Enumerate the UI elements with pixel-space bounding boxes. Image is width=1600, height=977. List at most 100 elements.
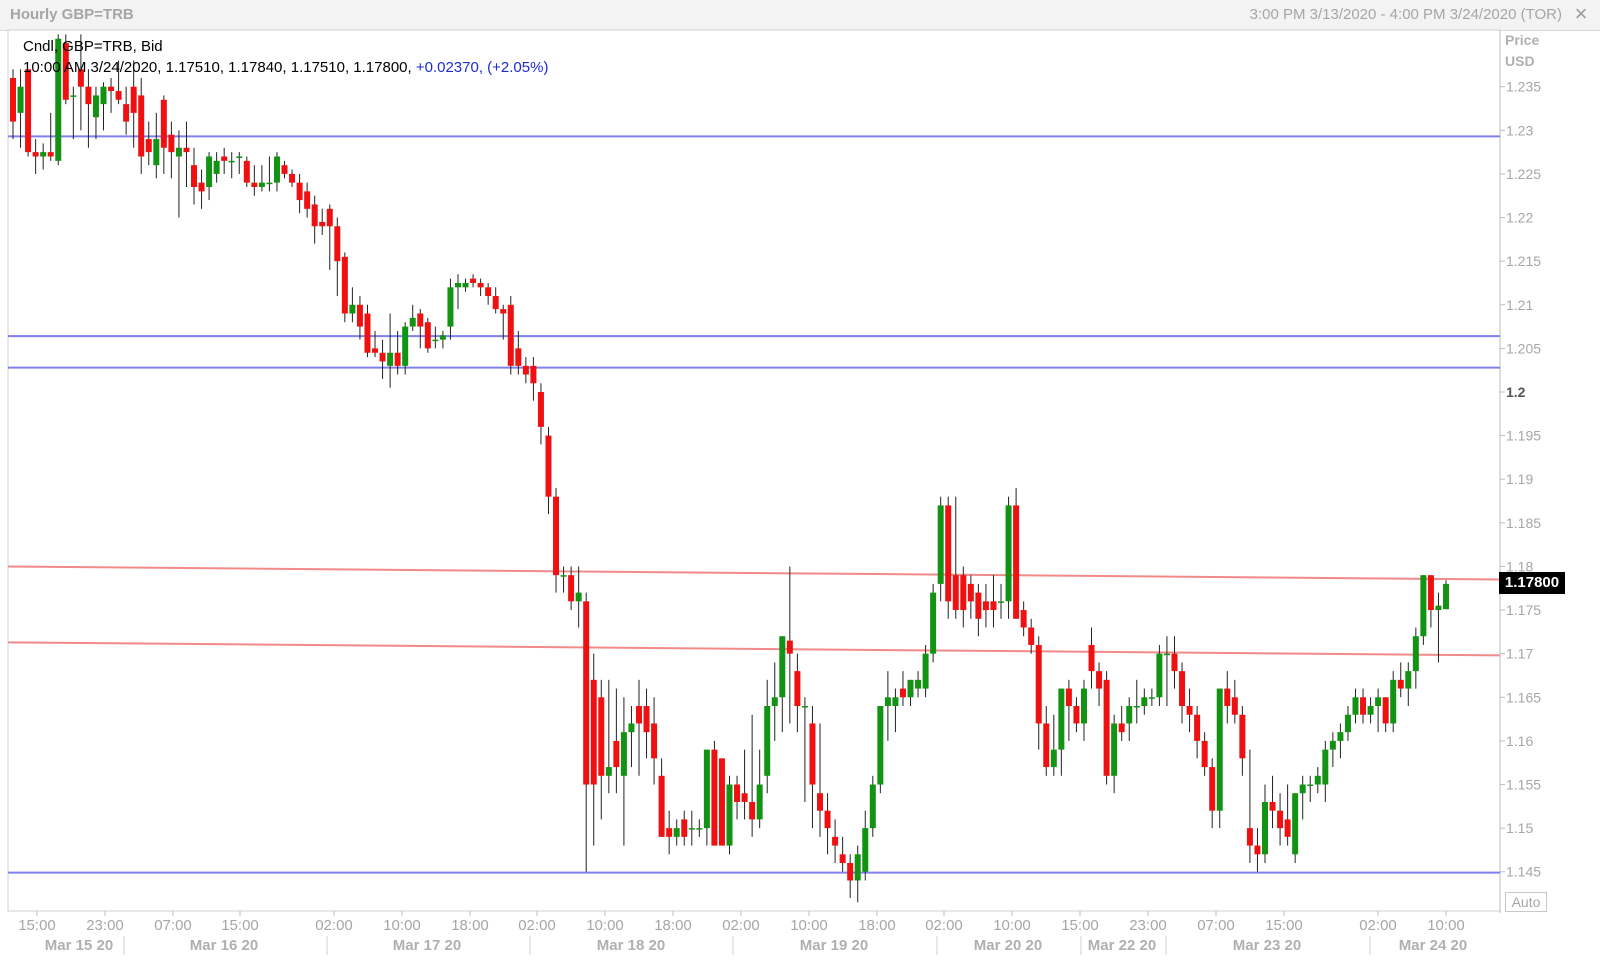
candle-down bbox=[394, 352, 401, 366]
candle-down bbox=[975, 592, 982, 619]
candle-up bbox=[628, 723, 635, 733]
candle-up bbox=[869, 784, 876, 829]
candle-down bbox=[424, 322, 431, 349]
candle-up bbox=[40, 152, 47, 157]
candle-up bbox=[1435, 605, 1442, 611]
candle-up bbox=[387, 352, 394, 366]
candle-up bbox=[877, 706, 884, 785]
candle-down bbox=[1201, 740, 1208, 768]
candle-down bbox=[160, 99, 167, 148]
candle-down bbox=[1103, 679, 1110, 776]
candle-down bbox=[847, 863, 854, 881]
candle-up bbox=[937, 505, 944, 584]
x-date-label: Mar 16 20 bbox=[190, 937, 258, 954]
x-date-label: Mar 19 20 bbox=[800, 937, 868, 954]
candle-down bbox=[613, 740, 620, 768]
candle-up bbox=[153, 139, 160, 166]
candle-up bbox=[1292, 793, 1299, 855]
candle-up bbox=[862, 828, 869, 872]
candle-down bbox=[1073, 706, 1080, 724]
candle-up bbox=[1329, 740, 1336, 750]
x-tick-label: 10:00 bbox=[790, 917, 828, 934]
candle-down bbox=[334, 226, 341, 262]
price-axis-title-line1: Price bbox=[1505, 32, 1540, 48]
candle-up bbox=[1307, 784, 1314, 787]
candle-up bbox=[1050, 749, 1057, 768]
candle-down bbox=[183, 147, 190, 153]
candle-down bbox=[1427, 575, 1434, 611]
candle-down bbox=[492, 296, 499, 310]
candle-up bbox=[1133, 706, 1140, 708]
candle-up bbox=[17, 86, 24, 113]
candle-down bbox=[741, 793, 748, 802]
candle-down bbox=[1186, 706, 1193, 715]
candle-up bbox=[696, 828, 703, 830]
candle-down bbox=[32, 152, 39, 157]
candle-up bbox=[236, 156, 243, 158]
candle-down bbox=[1065, 688, 1072, 707]
candle-down bbox=[945, 505, 952, 602]
candle-down bbox=[1277, 810, 1284, 829]
x-tick-label: 18:00 bbox=[654, 917, 692, 934]
candle-down bbox=[786, 640, 793, 654]
candle-up bbox=[1443, 583, 1449, 610]
y-tick-label: 1.155 bbox=[1506, 777, 1541, 793]
candle-down bbox=[651, 723, 658, 759]
candle-down bbox=[296, 182, 303, 201]
candle-up bbox=[1005, 505, 1012, 602]
candle-up bbox=[1111, 723, 1118, 776]
ohlc-readout: 10:00 AM 3/24/2020, 1.17510, 1.17840, 1.… bbox=[23, 59, 548, 76]
candle-down bbox=[356, 304, 363, 327]
candle-up bbox=[454, 282, 461, 288]
candle-down bbox=[794, 671, 801, 707]
auto-scale-button[interactable]: Auto bbox=[1505, 892, 1547, 912]
x-tick-label: 07:00 bbox=[1197, 917, 1235, 934]
candle-down bbox=[598, 697, 605, 776]
candle-up bbox=[206, 156, 213, 188]
y-tick-label: 1.215 bbox=[1506, 253, 1541, 269]
candle-up bbox=[915, 679, 922, 689]
candle-up bbox=[1216, 688, 1223, 811]
y-tick-label: 1.19 bbox=[1506, 471, 1533, 487]
y-tick-label: 1.165 bbox=[1506, 689, 1541, 705]
candle-up bbox=[1390, 679, 1397, 724]
candle-down bbox=[168, 134, 175, 153]
candle-down bbox=[711, 749, 718, 846]
candle-down bbox=[952, 575, 959, 611]
candle-down bbox=[145, 139, 152, 153]
y-tick-label: 1.235 bbox=[1506, 79, 1541, 95]
candle-down bbox=[1360, 697, 1367, 715]
candle-up bbox=[560, 575, 567, 577]
candle-down bbox=[311, 204, 318, 227]
candle-down bbox=[1284, 819, 1291, 837]
candle-down bbox=[982, 601, 989, 611]
candle-down bbox=[326, 208, 333, 227]
x-tick-label: 02:00 bbox=[1359, 917, 1397, 934]
y-tick-label: 1.2 bbox=[1506, 384, 1526, 400]
candle-up bbox=[801, 706, 808, 708]
candle-up bbox=[854, 854, 861, 881]
x-tick-label: 15:00 bbox=[1061, 917, 1099, 934]
candle-up bbox=[432, 339, 439, 342]
x-date-label: Mar 20 20 bbox=[974, 937, 1042, 954]
candle-down bbox=[1397, 679, 1404, 689]
chart-window: Hourly GBP=TRB 3:00 PM 3/13/2020 - 4:00 … bbox=[0, 0, 1600, 977]
candle-up bbox=[892, 697, 899, 707]
candle-up bbox=[673, 828, 680, 837]
candle-down bbox=[990, 601, 997, 611]
candle-down bbox=[1028, 627, 1035, 645]
candle-up bbox=[930, 592, 937, 654]
candle-up bbox=[1314, 775, 1321, 785]
candle-down bbox=[666, 828, 673, 837]
candle-down bbox=[832, 836, 839, 846]
candle-down bbox=[658, 775, 665, 837]
y-tick-label: 1.145 bbox=[1506, 864, 1541, 880]
x-date-label: Mar 24 20 bbox=[1399, 937, 1467, 954]
candle-down bbox=[583, 601, 590, 785]
candle-down bbox=[304, 191, 311, 209]
x-date-label: Mar 15 20 bbox=[45, 937, 113, 954]
x-tick-label: 07:00 bbox=[154, 917, 192, 934]
price-chart[interactable]: 1.235 1.23 1.225 1.22 1.215 1.21 1.205 1.2 1.195… bbox=[0, 0, 1600, 977]
candle-down bbox=[635, 706, 642, 724]
candle-up bbox=[1367, 706, 1374, 715]
